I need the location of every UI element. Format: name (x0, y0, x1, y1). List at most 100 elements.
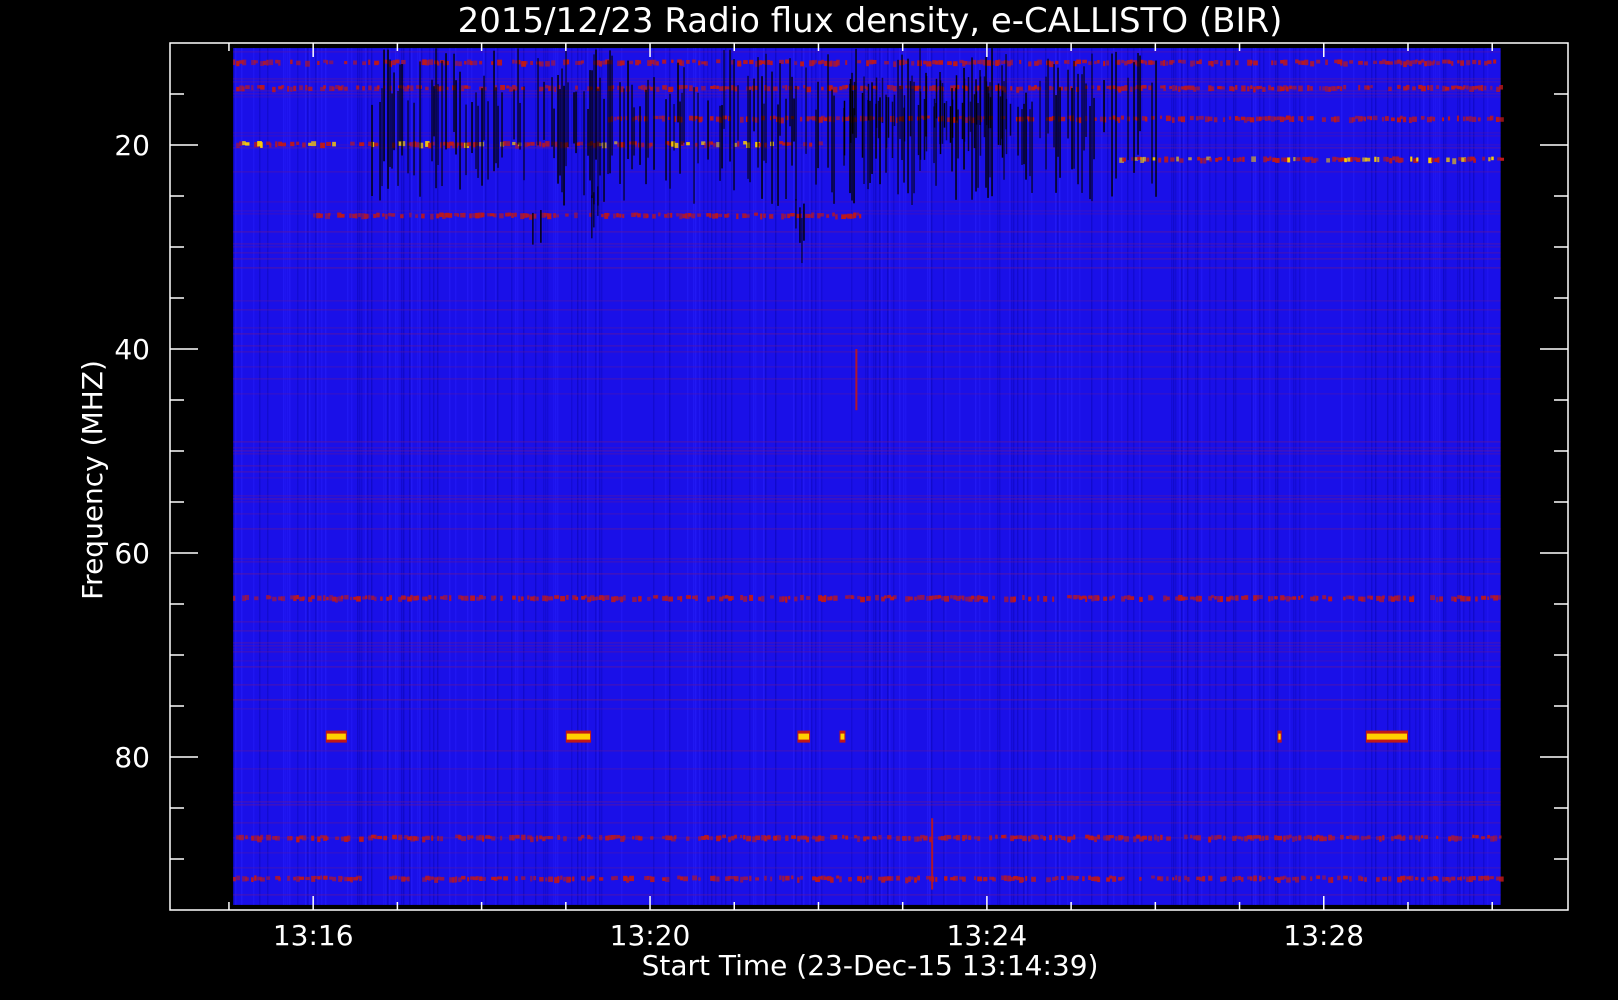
heatmap-texture-line (1269, 48, 1271, 905)
heatmap-row-line (233, 300, 1501, 302)
band-segment (770, 60, 773, 66)
band-segment (1130, 86, 1133, 92)
band-segment (613, 116, 617, 121)
heatmap-texture-line (1401, 48, 1403, 905)
band-segment (665, 85, 668, 90)
heatmap-texture-line (1107, 48, 1109, 905)
band-segment (1289, 85, 1292, 90)
band-segment (425, 835, 430, 840)
dark-streak (957, 109, 959, 159)
band-segment (434, 595, 437, 600)
band-segment (548, 85, 551, 92)
heatmap-row-line (233, 621, 1501, 623)
band-segment (415, 214, 419, 218)
band-segment (1232, 876, 1235, 883)
heatmap-row-line (233, 750, 1501, 752)
heatmap-texture-line (687, 48, 689, 905)
dark-streak (1089, 106, 1091, 200)
band-segment (482, 836, 485, 842)
dark-streak (589, 70, 591, 181)
heatmap-texture-line (1057, 48, 1059, 905)
heatmap-texture-line (585, 48, 587, 905)
band-segment (1365, 157, 1371, 162)
heatmap-texture-line (317, 48, 319, 905)
band-segment (482, 595, 487, 600)
band-segment (1034, 85, 1037, 89)
heatmap-texture-line (305, 48, 307, 905)
band-segment (290, 836, 293, 841)
heatmap-texture-line (1011, 48, 1013, 905)
dark-streak (487, 101, 489, 180)
burst-core (798, 733, 810, 740)
band-segment (526, 213, 530, 218)
band-segment (983, 876, 988, 882)
heatmap-texture-line (287, 48, 289, 905)
band-segment (359, 836, 364, 842)
band-segment (800, 875, 804, 880)
band-segment (422, 836, 426, 843)
band-segment (1489, 115, 1494, 121)
band-segment (851, 595, 855, 599)
heatmap-texture-line (725, 48, 727, 905)
band-segment (794, 61, 798, 66)
band-segment (1482, 156, 1486, 161)
band-segment (1151, 60, 1155, 65)
heatmap-texture-line (1353, 48, 1355, 905)
band-segment (1361, 835, 1364, 841)
band-segment (1142, 835, 1148, 840)
band-segment (655, 115, 659, 120)
band-segment (923, 60, 927, 65)
heatmap-row-line (233, 327, 1501, 329)
band-segment (1301, 875, 1305, 881)
band-segment (380, 596, 383, 601)
band-segment (349, 213, 352, 218)
heatmap-texture-line (401, 48, 403, 905)
band-segment (656, 594, 659, 599)
band-segment (632, 836, 635, 840)
band-segment (890, 876, 894, 881)
band-segment (1382, 595, 1385, 599)
band-segment (1211, 835, 1214, 840)
dark-streak (647, 79, 649, 158)
heatmap-texture-line (235, 48, 237, 905)
heatmap-texture-line (1045, 48, 1047, 905)
band-segment (1441, 117, 1445, 122)
band-segment (1241, 85, 1246, 92)
band-segment (806, 596, 811, 600)
dark-streak (765, 53, 767, 164)
heatmap-texture-line (765, 48, 767, 905)
dark-streak (431, 79, 433, 162)
band-segment (1227, 156, 1230, 161)
band-segment (266, 834, 271, 841)
band-segment (884, 595, 887, 599)
band-segment (1028, 61, 1032, 67)
heatmap-row-line (233, 804, 1501, 806)
band-segment (764, 835, 768, 842)
band-segment (769, 214, 774, 219)
band-segment (1415, 876, 1419, 881)
band-segment (458, 61, 462, 67)
band-segment (1259, 875, 1262, 882)
band-segment (1340, 59, 1343, 66)
band-segment (317, 60, 320, 66)
band-segment (808, 116, 813, 120)
band-segment (428, 142, 432, 149)
band-segment (1451, 835, 1455, 841)
band-segment (662, 85, 666, 90)
band-segment (1176, 156, 1179, 162)
heatmap-texture-line (471, 48, 473, 905)
band-segment (493, 213, 497, 218)
dark-streak (855, 48, 857, 138)
band-segment (1188, 157, 1192, 161)
dark-streak (379, 101, 381, 201)
dark-streak (833, 95, 835, 204)
dark-streak (523, 86, 525, 181)
band-segment (1298, 835, 1302, 841)
band-segment (1193, 86, 1197, 92)
band-segment (494, 595, 497, 600)
band-segment (398, 834, 403, 841)
dark-streak (831, 89, 833, 193)
band-segment (449, 595, 452, 602)
band-segment (1406, 59, 1410, 65)
heatmap-row-line (233, 378, 1501, 380)
